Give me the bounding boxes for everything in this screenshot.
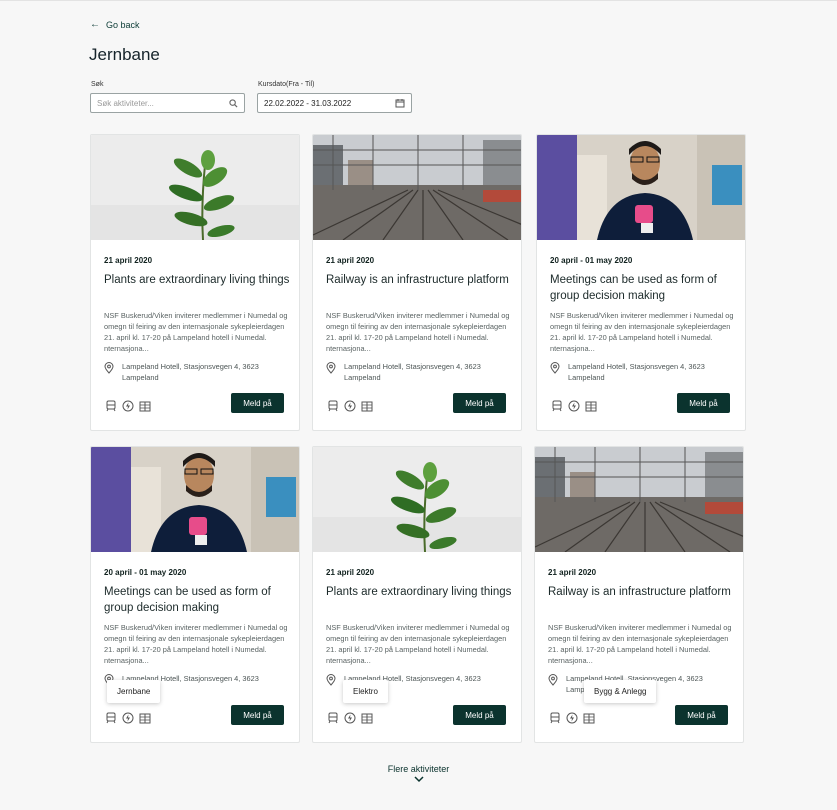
activity-description: NSF Buskerud/Viken inviterer medlemmer i… bbox=[548, 623, 732, 665]
activity-location: Lampeland Hotell, Stasjonsvegen 4, 3623 L… bbox=[326, 361, 481, 383]
category-icons bbox=[105, 711, 151, 724]
category-icons bbox=[549, 711, 595, 724]
load-more-button[interactable]: Flere aktiviteter bbox=[0, 764, 837, 783]
bolt-icon[interactable] bbox=[122, 711, 134, 724]
arrow-left-icon: ← bbox=[90, 19, 100, 30]
go-back-label: Go back bbox=[106, 19, 140, 30]
activity-date: 20 april - 01 may 2020 bbox=[104, 568, 187, 577]
register-button[interactable]: Meld på bbox=[231, 705, 284, 725]
activity-image-plant bbox=[91, 135, 299, 240]
activity-description: NSF Buskerud/Viken inviterer medlemmer i… bbox=[550, 311, 734, 353]
activity-date: 21 april 2020 bbox=[548, 568, 597, 577]
go-back-link[interactable]: ← Go back bbox=[90, 19, 140, 30]
train-icon[interactable] bbox=[551, 399, 563, 412]
train-icon[interactable] bbox=[549, 711, 561, 724]
activity-title[interactable]: Meetings can be used as form of group de… bbox=[104, 584, 294, 616]
activity-title[interactable]: Railway is an infrastructure platform bbox=[548, 584, 738, 600]
date-filter-label: Kursdato(Fra - Til) bbox=[258, 81, 315, 88]
activity-image-person bbox=[537, 135, 745, 240]
register-button[interactable]: Meld på bbox=[453, 393, 506, 413]
register-button[interactable]: Meld på bbox=[453, 705, 506, 725]
bolt-icon[interactable] bbox=[344, 399, 356, 412]
category-icons bbox=[551, 399, 597, 412]
activity-title[interactable]: Railway is an infrastructure platform bbox=[326, 272, 516, 288]
date-range-value: 22.02.2022 - 31.03.2022 bbox=[264, 98, 352, 108]
activity-description: NSF Buskerud/Viken inviterer medlemmer i… bbox=[104, 623, 288, 665]
location-pin-icon bbox=[326, 362, 336, 374]
activity-image-person bbox=[91, 447, 299, 552]
calendar-icon[interactable] bbox=[395, 98, 405, 108]
activity-description: NSF Buskerud/Viken inviterer medlemmer i… bbox=[104, 311, 288, 353]
location-line1: Lampeland Hotell, Stasjonsvegen 4, 3623 bbox=[122, 362, 259, 371]
category-icons bbox=[327, 711, 373, 724]
location-line2: Lamp bbox=[566, 685, 585, 694]
page-title: Jernbane bbox=[89, 45, 160, 64]
building-icon[interactable] bbox=[585, 399, 597, 412]
building-icon[interactable] bbox=[361, 711, 373, 724]
search-label: Søk bbox=[91, 81, 104, 88]
activity-card[interactable]: 20 april - 01 may 2020 Meetings can be u… bbox=[536, 134, 746, 431]
activity-date: 20 april - 01 may 2020 bbox=[550, 256, 633, 265]
location-line2: Lampeland bbox=[568, 373, 605, 382]
location-pin-icon bbox=[548, 674, 558, 686]
activity-location: Lampeland Hotell, Stasjonsvegen 4, 3623 L… bbox=[104, 361, 259, 383]
category-tooltip: Elektro bbox=[343, 680, 388, 703]
train-icon[interactable] bbox=[327, 711, 339, 724]
activity-location: Lampeland Hotell, Stasjonsvegen 4, 3623 L… bbox=[550, 361, 705, 383]
category-icons bbox=[327, 399, 373, 412]
location-pin-icon bbox=[550, 362, 560, 374]
search-input[interactable] bbox=[97, 98, 229, 108]
register-button[interactable]: Meld på bbox=[675, 705, 728, 725]
category-icons bbox=[105, 399, 151, 412]
building-icon[interactable] bbox=[361, 399, 373, 412]
activity-image-plant bbox=[313, 447, 521, 552]
register-button[interactable]: Meld på bbox=[231, 393, 284, 413]
activity-title[interactable]: Meetings can be used as form of group de… bbox=[550, 272, 740, 304]
location-line1: Lampeland Hotell, Stasjonsvegen 4, 3623 bbox=[344, 362, 481, 371]
building-icon[interactable] bbox=[139, 711, 151, 724]
activity-description: NSF Buskerud/Viken inviterer medlemmer i… bbox=[326, 623, 510, 665]
bolt-icon[interactable] bbox=[566, 711, 578, 724]
activity-description: NSF Buskerud/Viken inviterer medlemmer i… bbox=[326, 311, 510, 353]
bolt-icon[interactable] bbox=[568, 399, 580, 412]
location-pin-icon bbox=[326, 674, 336, 686]
activity-date: 21 april 2020 bbox=[326, 568, 375, 577]
category-tooltip: Jernbane bbox=[107, 680, 161, 703]
activity-title[interactable]: Plants are extraordinary living things bbox=[104, 272, 294, 288]
location-line2: Lampeland bbox=[344, 373, 381, 382]
bolt-icon[interactable] bbox=[344, 711, 356, 724]
register-button[interactable]: Meld på bbox=[677, 393, 730, 413]
activity-date: 21 april 2020 bbox=[326, 256, 375, 265]
activity-title[interactable]: Plants are extraordinary living things bbox=[326, 584, 516, 600]
activity-date: 21 april 2020 bbox=[104, 256, 153, 265]
activity-image-railway bbox=[535, 447, 743, 552]
search-icon bbox=[229, 98, 238, 108]
train-icon[interactable] bbox=[105, 711, 117, 724]
building-icon[interactable] bbox=[583, 711, 595, 724]
chevron-down-icon bbox=[413, 776, 424, 783]
bolt-icon[interactable] bbox=[122, 399, 134, 412]
activity-image-railway bbox=[313, 135, 521, 240]
search-field[interactable] bbox=[90, 93, 245, 113]
location-line2: Lampeland bbox=[122, 373, 159, 382]
train-icon[interactable] bbox=[327, 399, 339, 412]
load-more-label: Flere aktiviteter bbox=[387, 764, 450, 774]
date-range-field[interactable]: 22.02.2022 - 31.03.2022 bbox=[257, 93, 412, 113]
building-icon[interactable] bbox=[139, 399, 151, 412]
activity-card[interactable]: 21 april 2020 Plants are extraordinary l… bbox=[90, 134, 300, 431]
category-tooltip: Bygg & Anlegg bbox=[584, 680, 657, 703]
location-pin-icon bbox=[104, 362, 114, 374]
top-divider bbox=[0, 0, 837, 1]
train-icon[interactable] bbox=[105, 399, 117, 412]
location-line1: Lampeland Hotell, Stasjonsvegen 4, 3623 bbox=[568, 362, 705, 371]
activity-card[interactable]: 21 april 2020 Railway is an infrastructu… bbox=[312, 134, 522, 431]
